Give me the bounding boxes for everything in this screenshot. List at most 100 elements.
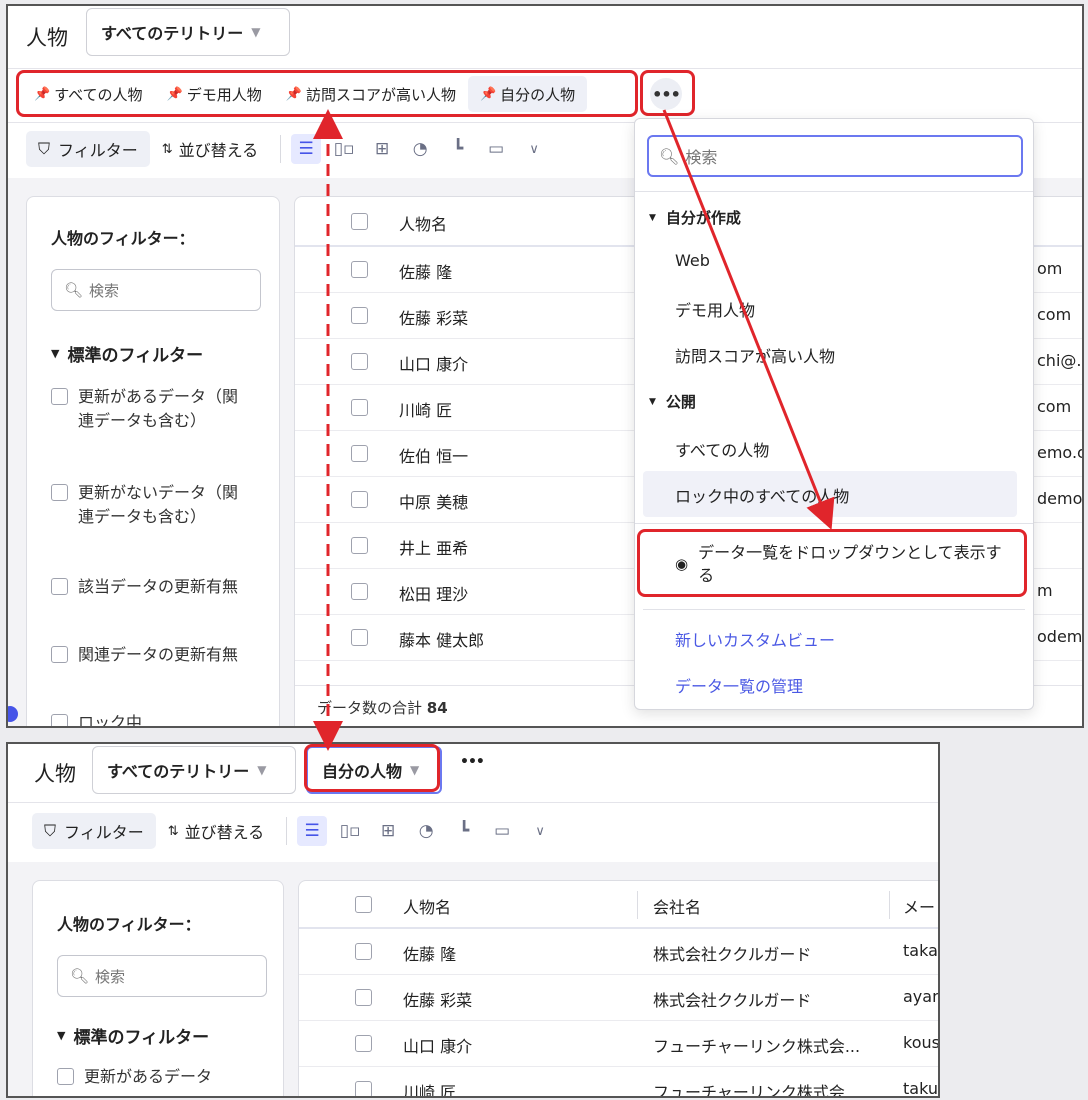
search-icon: 🔍︎	[659, 146, 680, 166]
sidebar-title: 人物のフィルター：	[51, 229, 195, 248]
person-name[interactable]: 山口 康介	[403, 1033, 472, 1057]
row-checkbox[interactable]	[355, 1081, 372, 1096]
company-name[interactable]: 株式会社ククルガード	[653, 941, 811, 965]
more-button[interactable]: •••	[460, 754, 485, 770]
list-view-icon[interactable]: ☰	[291, 134, 322, 164]
person-name[interactable]: 川崎 匠	[399, 397, 452, 421]
row-checkbox[interactable]	[351, 445, 368, 462]
row-checkbox[interactable]	[351, 307, 368, 324]
checkbox[interactable]	[57, 1068, 74, 1085]
filter-updated-related[interactable]: 更新があるデータ（関連データも含む）	[51, 385, 251, 433]
kanban-view-icon[interactable]: ▯▫	[329, 134, 359, 164]
ellipsis-icon: •••	[460, 754, 485, 770]
dropdown-divider	[635, 523, 1033, 524]
checkbox[interactable]	[51, 714, 68, 726]
person-name[interactable]: 佐藤 隆	[403, 941, 456, 965]
filter-locked[interactable]: ロック中	[51, 711, 251, 726]
row-checkbox[interactable]	[351, 261, 368, 278]
group-label: 標準のフィルター	[67, 346, 204, 366]
row-checkbox[interactable]	[351, 537, 368, 554]
person-name[interactable]: 佐藤 彩菜	[399, 305, 468, 329]
col-header-name[interactable]: 人物名	[399, 211, 447, 235]
checkbox[interactable]	[51, 388, 68, 405]
filter-updated-self[interactable]: 該当データの更新有無	[51, 575, 251, 599]
view-high-score[interactable]: 訪問スコアが高い人物	[675, 343, 835, 367]
territory-select[interactable]: すべてのテリトリー ▼	[86, 8, 290, 56]
chart-view-icon[interactable]: ◔	[405, 134, 435, 164]
checkbox[interactable]	[51, 484, 68, 501]
dropdown-search[interactable]: 🔍︎ 検索	[647, 135, 1023, 177]
person-name[interactable]: 藤本 健太郎	[399, 627, 484, 651]
sidebar-search[interactable]: 🔍︎ 検索	[51, 269, 261, 311]
person-name[interactable]: 井上 亜希	[399, 535, 468, 559]
kanban-view-icon[interactable]: ▯▫	[335, 816, 365, 846]
group-mine[interactable]: ▼ 自分が作成	[649, 207, 741, 228]
view-demo[interactable]: デモ用人物	[675, 297, 755, 321]
group-public[interactable]: ▼ 公開	[649, 391, 696, 412]
select-all-checkbox[interactable]	[355, 896, 372, 913]
select-all-checkbox[interactable]	[351, 213, 368, 230]
person-name[interactable]: 川崎 匠	[403, 1079, 456, 1096]
checkbox[interactable]	[51, 646, 68, 663]
card-view-icon[interactable]: ▭	[487, 816, 517, 846]
person-name[interactable]: 中原 美穂	[399, 489, 468, 513]
table-row[interactable]: 山口 康介 フューチャーリンク株式会... kous	[299, 1021, 938, 1067]
person-name[interactable]: 松田 理沙	[399, 581, 468, 605]
funnel-icon: ⛉	[44, 821, 57, 840]
view-locked-people[interactable]: ロック中のすべての人物	[643, 471, 1017, 517]
chevron-down-icon[interactable]: ∨	[525, 816, 555, 846]
chevron-down-icon[interactable]: ∨	[519, 134, 549, 164]
company-name[interactable]: フューチャーリンク株式会...	[653, 1033, 860, 1057]
view-web[interactable]: Web	[675, 251, 710, 270]
col-header-email[interactable]: メー	[903, 894, 935, 918]
row-checkbox[interactable]	[351, 353, 368, 370]
tree-view-icon[interactable]: ┗	[449, 816, 479, 846]
filter-updated-linked[interactable]: 関連データの更新有無	[51, 643, 251, 667]
list-view-icon[interactable]: ☰	[297, 816, 328, 846]
row-checkbox[interactable]	[355, 943, 372, 960]
email-cell: om	[1037, 259, 1063, 278]
sidebar-search[interactable]: 🔍︎ 検索	[57, 955, 267, 997]
new-custom-view-link[interactable]: 新しいカスタムビュー	[675, 627, 835, 651]
view-all-people[interactable]: すべての人物	[675, 437, 769, 461]
table-row[interactable]: 佐藤 隆 株式会社ククルガード takas	[299, 929, 938, 975]
table-row[interactable]: 川崎 匠 フューチャーリンク株式会... takur	[299, 1067, 938, 1096]
manage-views-link[interactable]: データ一覧の管理	[675, 673, 803, 697]
row-checkbox[interactable]	[355, 989, 372, 1006]
filter-button[interactable]: ⛉ フィルター	[32, 813, 156, 849]
col-header-company[interactable]: 会社名	[653, 894, 701, 918]
sort-button[interactable]: ⇅ 並び替える	[150, 131, 270, 167]
person-name[interactable]: 佐藤 彩菜	[403, 987, 472, 1011]
row-checkbox[interactable]	[351, 399, 368, 416]
company-name[interactable]: フューチャーリンク株式会...	[653, 1079, 860, 1096]
checkbox[interactable]	[51, 578, 68, 595]
sort-button[interactable]: ⇅ 並び替える	[156, 813, 276, 849]
col-divider	[637, 891, 638, 919]
tree-view-icon[interactable]: ┗	[443, 134, 473, 164]
person-name[interactable]: 山口 康介	[399, 351, 468, 375]
person-name[interactable]: 佐藤 隆	[399, 259, 452, 283]
row-checkbox[interactable]	[351, 491, 368, 508]
filter-button[interactable]: ⛉ フィルター	[26, 131, 150, 167]
top-toolbar: ⛉ フィルター ⇅ 並び替える ☰ ▯▫ ⊞ ◔ ┗ ▭ ∨	[26, 130, 557, 168]
person-name[interactable]: 佐伯 恒一	[399, 443, 468, 467]
standard-filter-group[interactable]: ▼ 標準のフィルター	[57, 1023, 209, 1048]
row-checkbox[interactable]	[351, 583, 368, 600]
email-cell: com	[1037, 397, 1072, 416]
email-cell: takas	[903, 941, 938, 960]
table-view-icon[interactable]: ⊞	[373, 816, 403, 846]
row-checkbox[interactable]	[355, 1035, 372, 1052]
filter-updated-related[interactable]: 更新があるデータ	[57, 1065, 267, 1089]
company-name[interactable]: 株式会社ククルガード	[653, 987, 811, 1011]
filter-not-updated-related[interactable]: 更新がないデータ（関連データも含む）	[51, 481, 251, 529]
table-row[interactable]: 佐藤 彩菜 株式会社ククルガード ayana	[299, 975, 938, 1021]
table-view-icon[interactable]: ⊞	[367, 134, 397, 164]
territory-select[interactable]: すべてのテリトリー ▼	[92, 746, 296, 794]
col-header-name[interactable]: 人物名	[403, 894, 451, 918]
people-table: 人物名 会社名 メー 佐藤 隆株式会社ククルガードtakas佐藤 彩菜株式会社ク…	[298, 880, 938, 1096]
standard-filter-group[interactable]: ▼ 標準のフィルター	[51, 341, 203, 366]
row-checkbox[interactable]	[351, 629, 368, 646]
toggle-highlight	[637, 529, 1027, 597]
chart-view-icon[interactable]: ◔	[411, 816, 441, 846]
card-view-icon[interactable]: ▭	[481, 134, 511, 164]
